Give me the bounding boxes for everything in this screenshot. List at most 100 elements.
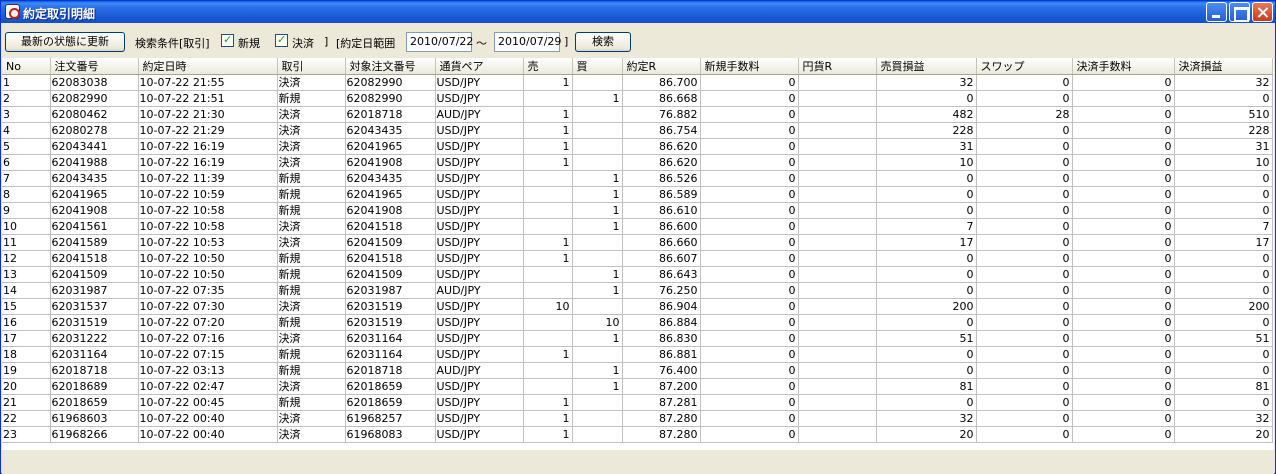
table-cell: 62031537 xyxy=(50,298,139,315)
table-row[interactable]: 1 62083038 10-07-22 21:55 決済 62082990 USD/JPY… xyxy=(2,74,1273,91)
table-row[interactable]: 14 62031987 10-07-22 07:35 新規 62031987 AUD/JP… xyxy=(2,282,1273,299)
column-header[interactable]: 決済手数料 xyxy=(1072,58,1175,75)
table-cell: 62031519 xyxy=(345,298,436,315)
table-cell: 0 xyxy=(700,266,799,283)
table-row[interactable]: 15 62031537 10-07-22 07:30 決済 62031519 USD/JP… xyxy=(2,298,1273,315)
table-cell: 62082990 xyxy=(50,90,139,107)
column-header[interactable]: 新規手数料 xyxy=(700,58,799,75)
column-header[interactable]: 円貨R xyxy=(798,58,877,75)
table-cell: 0 xyxy=(876,362,977,379)
table-cell: 86.881 xyxy=(622,346,701,363)
table-row[interactable]: 17 62031222 10-07-22 07:16 決済 62031164 USD/JP… xyxy=(2,330,1273,347)
table-cell: 86.620 xyxy=(622,138,701,155)
minimize-icon[interactable] xyxy=(1206,2,1227,22)
table-cell: 0 xyxy=(876,250,977,267)
close-icon[interactable] xyxy=(1252,2,1273,22)
column-header[interactable]: 決済損益 xyxy=(1174,58,1273,75)
table-cell xyxy=(572,154,623,171)
table-row[interactable]: 5 62043441 10-07-22 16:19 決済 62041965 USD/JPY… xyxy=(2,138,1273,155)
title-bar[interactable]: 約定取引明細 xyxy=(1,1,1275,23)
table-cell: 0 xyxy=(1174,314,1273,331)
date-to-input[interactable]: 2010/07/29 xyxy=(494,32,561,52)
table-row[interactable]: 6 62041988 10-07-22 16:19 決済 62041908 USD/JPY… xyxy=(2,154,1273,171)
table-row[interactable]: 7 62043435 10-07-22 11:39 新規 62043435 USD/JPY… xyxy=(2,170,1273,187)
table-row[interactable]: 21 62018659 10-07-22 00:45 新規 62018659 USD/JP… xyxy=(2,394,1273,411)
table-cell xyxy=(798,138,877,155)
bottom-empty-area xyxy=(2,450,1274,474)
table-cell xyxy=(798,378,877,395)
table-row[interactable]: 12 62041518 10-07-22 10:50 新規 62041518 USD/JP… xyxy=(2,250,1273,267)
table-cell: 87.280 xyxy=(622,426,701,443)
search-condition-label: 検索条件[取引] xyxy=(135,37,210,50)
column-header[interactable]: スワップ xyxy=(976,58,1073,75)
table-row[interactable]: 22 61968603 10-07-22 00:40 決済 61968257 USD/JP… xyxy=(2,410,1273,427)
table-cell: 1 xyxy=(523,74,573,91)
column-header[interactable]: 約定R xyxy=(622,58,701,75)
table-cell xyxy=(523,314,573,331)
table-cell: 32 xyxy=(1174,74,1273,91)
table-cell: AUD/JPY xyxy=(435,362,524,379)
table-row[interactable]: 16 62031519 10-07-22 07:20 新規 62031519 USD/JP… xyxy=(2,314,1273,331)
table-row[interactable]: 13 62041509 10-07-22 10:50 新規 62041509 USD/JP… xyxy=(2,266,1273,283)
table-cell: 32 xyxy=(1174,410,1273,427)
new-checkbox[interactable] xyxy=(221,33,234,47)
column-header[interactable]: 売買損益 xyxy=(876,58,977,75)
table-row[interactable]: 2 62082990 10-07-22 21:51 新規 62082990 USD/JPY… xyxy=(2,90,1273,107)
table-cell: USD/JPY xyxy=(435,90,524,107)
table-cell: 200 xyxy=(1174,298,1273,315)
table-cell: 10 xyxy=(2,218,51,235)
table-row[interactable]: 10 62041561 10-07-22 10:58 決済 62041518 USD/JP… xyxy=(2,218,1273,235)
table-row[interactable]: 8 62041965 10-07-22 10:59 新規 62041965 USD/JPY… xyxy=(2,186,1273,203)
refresh-button[interactable]: 最新の状態に更新 xyxy=(5,32,125,52)
table-cell: 12 xyxy=(2,250,51,267)
table-cell: USD/JPY xyxy=(435,410,524,427)
table-cell: 62018718 xyxy=(345,362,436,379)
search-button[interactable]: 検索 xyxy=(575,32,631,52)
table-cell: 10-07-22 02:47 xyxy=(138,378,278,395)
trade-grid[interactable]: No 注文番号 約定日時 取引 対象注文番号 通貨ペア売買約定R 新規手数料 円貨R 売買損益ス… xyxy=(2,58,1274,450)
column-header[interactable]: 対象注文番号 xyxy=(345,58,436,75)
table-cell: 17 xyxy=(1174,234,1273,251)
table-cell: 62041509 xyxy=(345,234,436,251)
table-row[interactable]: 19 62018718 10-07-22 03:13 新規 62018718 AUD/JP… xyxy=(2,362,1273,379)
table-row[interactable]: 20 62018689 10-07-22 02:47 決済 62018659 USD/JP… xyxy=(2,378,1273,395)
column-header[interactable]: 買 xyxy=(572,58,623,75)
table-row[interactable]: 18 62031164 10-07-22 07:15 新規 62031164 USD/JP… xyxy=(2,346,1273,363)
table-cell: 86.600 xyxy=(622,218,701,235)
table-cell: 14 xyxy=(2,282,51,299)
column-header[interactable]: 約定日時 xyxy=(138,58,278,75)
table-cell: 86.700 xyxy=(622,74,701,91)
column-header[interactable]: 通貨ペア xyxy=(435,58,524,75)
table-row[interactable]: 9 62041908 10-07-22 10:58 新規 62041908 USD/JPY… xyxy=(2,202,1273,219)
table-cell: 0 xyxy=(1072,90,1175,107)
table-cell: 新規 xyxy=(277,282,346,299)
bracket-close: ] xyxy=(324,35,329,48)
table-cell: 新規 xyxy=(277,362,346,379)
table-row[interactable]: 23 61968266 10-07-22 00:40 決済 61968083 USD/JP… xyxy=(2,426,1273,443)
table-cell: USD/JPY xyxy=(435,330,524,347)
table-cell xyxy=(798,330,877,347)
table-cell: 0 xyxy=(1072,266,1175,283)
table-cell: 0 xyxy=(1174,170,1273,187)
date-from-input[interactable]: 2010/07/22 xyxy=(406,32,473,52)
table-row[interactable]: 4 62080278 10-07-22 21:29 決済 62043435 USD/JPY… xyxy=(2,122,1273,139)
table-cell: 10-07-22 00:45 xyxy=(138,394,278,411)
table-row[interactable]: 3 62080462 10-07-22 21:30 決済 62018718 AUD/JPY… xyxy=(2,106,1273,123)
table-cell: 62018659 xyxy=(345,394,436,411)
table-cell: 0 xyxy=(700,154,799,171)
maximize-icon[interactable] xyxy=(1229,2,1250,22)
column-header[interactable]: No xyxy=(2,58,51,75)
table-cell: 0 xyxy=(976,394,1073,411)
table-cell: 86.620 xyxy=(622,154,701,171)
column-header[interactable]: 注文番号 xyxy=(50,58,139,75)
table-cell xyxy=(798,74,877,91)
table-cell: 62043441 xyxy=(50,138,139,155)
column-header[interactable]: 取引 xyxy=(277,58,346,75)
column-header[interactable]: 売 xyxy=(523,58,573,75)
table-cell: 0 xyxy=(1072,122,1175,139)
table-row[interactable]: 11 62041589 10-07-22 10:53 決済 62041509 USD/JP… xyxy=(2,234,1273,251)
table-cell: USD/JPY xyxy=(435,266,524,283)
settle-checkbox[interactable] xyxy=(275,33,288,47)
table-cell: 1 xyxy=(572,170,623,187)
table-cell xyxy=(523,218,573,235)
